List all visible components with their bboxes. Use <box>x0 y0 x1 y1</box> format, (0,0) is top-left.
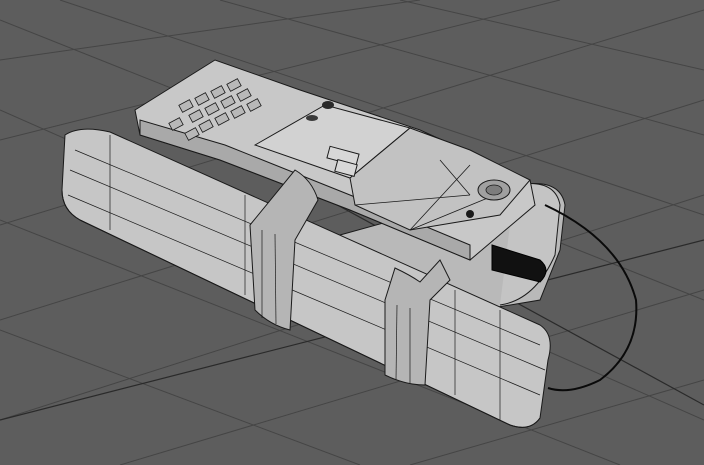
3d-viewport[interactable] <box>0 0 704 465</box>
viewport-canvas[interactable] <box>0 0 704 465</box>
